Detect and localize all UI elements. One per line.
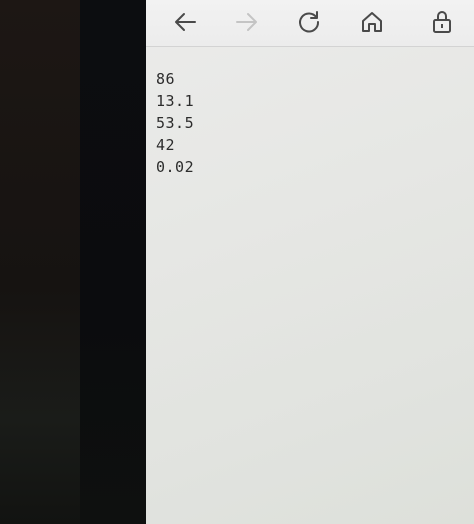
home-button[interactable] — [353, 4, 391, 40]
value-line: 42 — [156, 136, 176, 154]
browser-toolbar — [146, 0, 474, 47]
refresh-button[interactable] — [290, 4, 328, 40]
value-line: 86 — [156, 70, 176, 88]
lock-icon — [433, 11, 451, 33]
back-arrow-icon — [175, 13, 196, 31]
site-info-button[interactable] — [423, 4, 461, 40]
refresh-icon — [299, 11, 320, 33]
browser-window: 86 13.1 53.5 42 0.02 — [146, 0, 474, 524]
forward-button[interactable] — [228, 4, 266, 40]
dark-background — [0, 0, 80, 524]
back-button[interactable] — [166, 4, 204, 40]
home-icon — [362, 12, 382, 32]
screen-bezel — [80, 0, 146, 524]
value-line: 53.5 — [156, 114, 195, 132]
page-content: 86 13.1 53.5 42 0.02 — [156, 68, 194, 178]
value-line: 0.02 — [156, 158, 195, 176]
photo-scene: 86 13.1 53.5 42 0.02 — [0, 0, 474, 524]
forward-arrow-icon — [236, 13, 257, 31]
value-line: 13.1 — [156, 92, 195, 110]
